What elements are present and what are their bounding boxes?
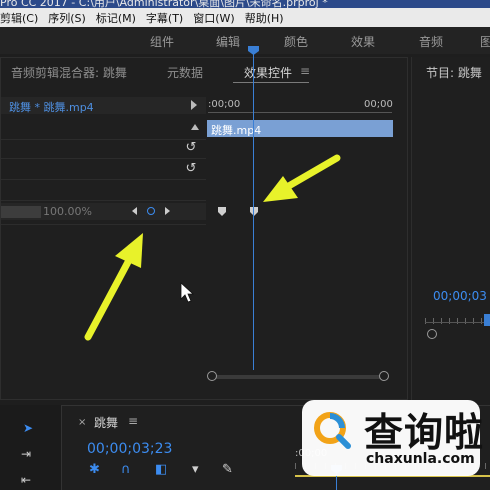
tab-audio-clip-mixer[interactable]: 音频剪辑混合器: 跳舞 [11, 64, 127, 81]
window-title: Pro CC 2017 - C:\用户\Administrator\桌面\图片\… [0, 0, 328, 8]
tools-panel: ➤ ⇥ ⇤ [0, 405, 62, 490]
add-marker-icon[interactable]: ▾ [192, 462, 199, 477]
track-select-tool-icon[interactable]: ⇥ [21, 447, 31, 461]
nest-icon[interactable]: ✱ [89, 462, 100, 477]
workspace-assembly[interactable]: 组件 [150, 33, 174, 50]
program-timecode[interactable]: 00;00;03 [433, 289, 487, 303]
watermark-logo: 查询啦 chaxunla.com [302, 400, 483, 476]
workspace-color[interactable]: 颜色 [284, 33, 308, 50]
keyframe-marker[interactable] [218, 207, 226, 216]
divider [1, 139, 206, 140]
workspace-bar: 组件 编辑 颜色 效果 音频 图 [0, 27, 490, 54]
close-sequence-icon[interactable]: × [78, 417, 86, 428]
watermark-title: 查询啦 [364, 411, 485, 456]
linked-selection-icon[interactable]: ◧ [155, 462, 167, 477]
timeline-ruler [208, 112, 392, 113]
program-monitor-panel [411, 57, 490, 400]
timeline-scrollbar[interactable] [207, 370, 393, 384]
sequence-timecode[interactable]: 00;00;03;23 [87, 441, 172, 457]
sequence-menu-icon[interactable]: ≡ [128, 414, 138, 428]
panel-menu-icon[interactable]: ≡ [300, 64, 310, 78]
clip-header-row: 跳舞 * 跳舞.mp4 [1, 97, 206, 114]
search-magnifier-icon [314, 412, 351, 449]
menu-help[interactable]: 帮助(H) [245, 10, 284, 26]
opacity-value[interactable]: 100.00% [43, 205, 92, 218]
program-monitor-title[interactable]: 节目: 跳舞 [426, 64, 482, 81]
reset-icon[interactable]: ↺ [184, 141, 198, 155]
settings-wrench-icon[interactable]: ✎ [222, 462, 233, 477]
divider [1, 179, 206, 180]
menu-bar: 剪辑(C) 序列(S) 标记(M) 字幕(T) 窗口(W) 帮助(H) [0, 8, 490, 27]
program-ruler [425, 322, 490, 330]
previous-keyframe-icon[interactable] [132, 207, 137, 215]
menu-clip[interactable]: 剪辑(C) [0, 10, 38, 26]
tab-metadata[interactable]: 元数据 [167, 64, 203, 81]
scroll-end-handle[interactable] [379, 371, 389, 381]
selection-tool-icon[interactable]: ➤ [23, 421, 33, 435]
sequence-name[interactable]: 跳舞 [94, 414, 118, 431]
timeline-start-timecode: :00;00 [208, 99, 241, 110]
tab-effect-controls[interactable]: 效果控件 [244, 64, 292, 81]
active-tab-underline [233, 82, 309, 83]
timeline-end-timecode: 00;00 [364, 99, 393, 110]
reset-icon[interactable]: ↺ [184, 162, 198, 176]
divider [1, 200, 206, 201]
divider [1, 158, 206, 159]
program-playhead[interactable] [484, 314, 490, 326]
workspace-audio[interactable]: 音频 [419, 33, 443, 50]
window-title-bar: Pro CC 2017 - C:\用户\Administrator\桌面\图片\… [0, 0, 490, 8]
ripple-edit-tool-icon[interactable]: ⇤ [21, 473, 31, 487]
add-keyframe-icon[interactable] [147, 207, 155, 215]
menu-marker[interactable]: 标记(M) [96, 10, 136, 26]
timeline-clip-bar[interactable]: 跳舞.mp4 [207, 120, 393, 137]
effect-controls-panel: 音频剪辑混合器: 跳舞 元数据 效果控件 ≡ 跳舞 * 跳舞.mp4 :00;0… [0, 57, 408, 400]
keyframe-marker[interactable] [250, 207, 258, 216]
menu-window[interactable]: 窗口(W) [193, 10, 234, 26]
program-scroll-handle[interactable] [427, 329, 437, 339]
clip-label[interactable]: 跳舞 * 跳舞.mp4 [9, 99, 94, 115]
playhead-line[interactable] [253, 52, 254, 370]
menu-sequence[interactable]: 序列(S) [48, 10, 86, 26]
opacity-name-field[interactable] [1, 206, 41, 218]
play-arrow-icon[interactable] [191, 100, 197, 110]
divider [1, 224, 206, 225]
next-keyframe-icon[interactable] [165, 207, 170, 215]
collapse-up-icon[interactable] [191, 124, 199, 130]
scroll-start-handle[interactable] [207, 371, 217, 381]
menu-title[interactable]: 字幕(T) [146, 10, 183, 26]
opacity-row: 100.00% [1, 203, 206, 220]
workspace-effects[interactable]: 效果 [351, 33, 375, 50]
workspace-graphics[interactable]: 图 [480, 33, 490, 50]
watermark-domain: chaxunla.com [366, 451, 475, 467]
workspace-editing[interactable]: 编辑 [216, 33, 240, 50]
scroll-track[interactable] [215, 375, 385, 379]
snap-icon[interactable]: ∩ [121, 462, 131, 477]
